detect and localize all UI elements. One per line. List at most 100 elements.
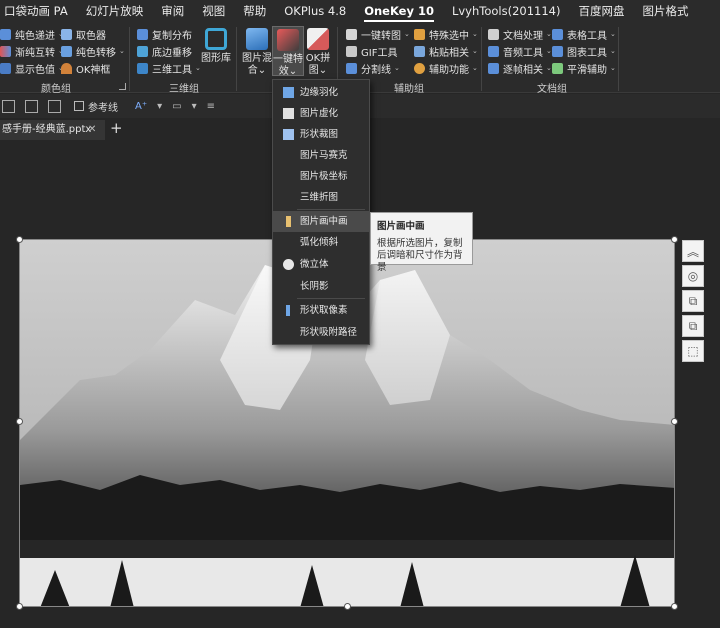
color-picker-button[interactable]: 取色器 bbox=[61, 26, 106, 42]
blur-icon bbox=[283, 108, 294, 119]
ref-line-checkbox[interactable] bbox=[74, 101, 84, 111]
audio-icon bbox=[488, 45, 499, 57]
one-click-to-image-button[interactable]: 一键转图 ⌄ bbox=[346, 26, 410, 42]
smooth-icon bbox=[552, 62, 563, 74]
font-color-icon[interactable]: A⁺ bbox=[135, 101, 147, 112]
ok-frame-button[interactable]: OK神框 bbox=[61, 60, 110, 76]
bottom-vertical-shift-button[interactable]: 底边垂移 bbox=[137, 43, 192, 59]
gif-tools-button[interactable]: GIF工具 bbox=[346, 43, 397, 59]
tab-okplus[interactable]: OKPlus 4.8 bbox=[275, 0, 355, 23]
tab-onekey[interactable]: OneKey 10 bbox=[355, 0, 443, 23]
paste-related-button[interactable]: 粘贴相关 ⌄ bbox=[414, 43, 478, 59]
duplicate-icon[interactable]: ⧉ bbox=[682, 315, 704, 337]
menu-bar: 口袋动画 PA 幻灯片放映 审阅 视图 帮助 OKPlus 4.8 OneKey… bbox=[0, 0, 720, 23]
one-click-effects-button[interactable]: 一键特效⌄ bbox=[272, 26, 304, 77]
menu-item-polar-coordinates[interactable]: 图片极坐标 bbox=[273, 166, 369, 187]
button-label: 一键转图 bbox=[361, 30, 401, 42]
menu-item-label: 三维折图 bbox=[300, 192, 339, 203]
app-window: 口袋动画 PA 幻灯片放映 审阅 视图 帮助 OKPlus 4.8 OneKey… bbox=[0, 0, 720, 628]
focus-icon[interactable]: ◎ bbox=[682, 265, 704, 287]
menu-item-shape-pixel[interactable]: 形状取像素 bbox=[273, 300, 369, 321]
document-tab[interactable]: 感手册-经典蓝.pptx ✕ bbox=[0, 120, 105, 140]
menu-item-edge-feather[interactable]: 边缘羽化 bbox=[273, 82, 369, 103]
three-d-tools-button[interactable]: 三维工具 ⌄ bbox=[137, 60, 201, 76]
menu-item-label: 图片马赛克 bbox=[300, 150, 348, 161]
menu-item-label: 图片虚化 bbox=[300, 108, 339, 119]
fill-icon[interactable]: ▭ bbox=[172, 101, 181, 112]
close-icon[interactable]: ✕ bbox=[88, 120, 96, 140]
button-label: 取色器 bbox=[76, 30, 106, 42]
solid-transfer-button[interactable]: 纯色转移 ⌄ bbox=[61, 43, 125, 59]
button-label: 分割线 bbox=[361, 64, 391, 76]
table-icon bbox=[552, 28, 563, 40]
image-blend-button[interactable]: 图片混合⌄ bbox=[241, 26, 273, 76]
link-icon[interactable] bbox=[48, 99, 61, 113]
tab-view[interactable]: 视图 bbox=[193, 0, 234, 23]
menu-item-picture-in-picture[interactable]: 图片画中画 bbox=[273, 211, 369, 232]
resize-handle[interactable] bbox=[16, 418, 23, 425]
button-label: OK神框 bbox=[76, 64, 111, 76]
audio-tools-button[interactable]: 音频工具 ⌄ bbox=[488, 43, 552, 59]
shape-library-button[interactable]: 图形库 bbox=[200, 26, 232, 76]
special-select-button[interactable]: 特殊选中 ⌄ bbox=[414, 26, 478, 42]
divider-line-button[interactable]: 分割线 ⌄ bbox=[346, 60, 400, 76]
menu-item-shape-snap-path[interactable]: 形状吸附路径 bbox=[273, 322, 369, 343]
resize-handle[interactable] bbox=[16, 236, 23, 243]
pip-icon bbox=[286, 216, 291, 227]
new-tab-button[interactable]: + bbox=[110, 118, 123, 138]
align-icon[interactable] bbox=[2, 99, 15, 113]
tab-review[interactable]: 审阅 bbox=[152, 0, 193, 23]
copy-distribute-button[interactable]: 复制分布 bbox=[137, 26, 192, 42]
resize-handle[interactable] bbox=[16, 603, 23, 610]
ok-puzzle-button[interactable]: OK拼图⌄ bbox=[303, 26, 333, 76]
button-label: 图表工具 bbox=[567, 47, 607, 59]
lasso-icon[interactable] bbox=[25, 99, 38, 113]
menu-item-image-blur[interactable]: 图片虚化 bbox=[273, 103, 369, 124]
menu-item-micro-3d[interactable]: 微立体 bbox=[273, 254, 369, 275]
menu-separator bbox=[297, 209, 365, 210]
more-icon[interactable]: ≡ bbox=[207, 101, 215, 112]
resize-handle[interactable] bbox=[344, 603, 351, 610]
crop-icon[interactable]: ⬚ bbox=[682, 340, 704, 362]
menu-item-3d-fold[interactable]: 三维折图 bbox=[273, 187, 369, 208]
menu-item-shape-crop[interactable]: 形状裁图 bbox=[273, 124, 369, 145]
menu-item-label: 形状裁图 bbox=[300, 129, 339, 140]
dropdown-arrow-icon[interactable]: ▾ bbox=[157, 101, 162, 112]
show-color-value-button[interactable]: 显示色值⌄ bbox=[0, 60, 64, 76]
chart-tools-button[interactable]: 图表工具 ⌄ bbox=[552, 43, 616, 59]
button-label: 平滑辅助 bbox=[567, 64, 607, 76]
dropdown-arrow-icon[interactable]: ▾ bbox=[192, 101, 197, 112]
color-group-label: 颜色组 bbox=[41, 84, 71, 95]
menu-item-arc-skew[interactable]: 弧化倾斜 bbox=[273, 232, 369, 253]
tab-help[interactable]: 帮助 bbox=[234, 0, 275, 23]
color-value-icon bbox=[0, 62, 11, 74]
resize-handle[interactable] bbox=[671, 418, 678, 425]
solid-progression-button[interactable]: 纯色递进⌄ bbox=[0, 26, 64, 42]
tab-baidu-netdisk[interactable]: 百度网盘 bbox=[569, 0, 633, 23]
table-tools-button[interactable]: 表格工具 ⌄ bbox=[552, 26, 616, 42]
menu-item-mosaic[interactable]: 图片马赛克 bbox=[273, 145, 369, 166]
group-launcher-icon[interactable] bbox=[119, 83, 126, 90]
smooth-assist-button[interactable]: 平滑辅助 ⌄ bbox=[552, 60, 616, 76]
paste-icon bbox=[414, 45, 425, 57]
collapse-up-icon[interactable]: ︽ bbox=[682, 240, 704, 262]
gradient-solid-convert-button[interactable]: 渐纯互转⌄ bbox=[0, 43, 64, 59]
menu-item-label: 边缘羽化 bbox=[300, 87, 339, 98]
resize-handle[interactable] bbox=[671, 236, 678, 243]
button-label: 音频工具 bbox=[503, 47, 543, 59]
document-tab-title: 感手册-经典蓝.pptx bbox=[2, 124, 92, 135]
resize-handle[interactable] bbox=[671, 603, 678, 610]
frame-by-frame-button[interactable]: 逐帧相关 ⌄ bbox=[488, 60, 552, 76]
tab-slideshow[interactable]: 幻灯片放映 bbox=[77, 0, 153, 23]
frames-icon bbox=[488, 62, 499, 74]
copy-layout-icon[interactable]: ⧉ bbox=[682, 290, 704, 312]
tooltip-body: 根据所选图片，复制后调暗和尺寸作为背景 bbox=[377, 238, 463, 273]
document-processing-button[interactable]: 文档处理 ⌄ bbox=[488, 26, 552, 42]
tab-pocket-animation[interactable]: 口袋动画 PA bbox=[0, 0, 77, 23]
tab-lvyhtools[interactable]: LvyhTools(201114) bbox=[443, 0, 570, 23]
tab-picture-format[interactable]: 图片格式 bbox=[633, 0, 697, 23]
menu-item-long-shadow[interactable]: 长阴影 bbox=[273, 276, 369, 297]
group-divider bbox=[481, 27, 482, 91]
assist-functions-button[interactable]: 辅助功能 ⌄ bbox=[414, 60, 478, 76]
bottom-shift-icon bbox=[137, 45, 148, 57]
